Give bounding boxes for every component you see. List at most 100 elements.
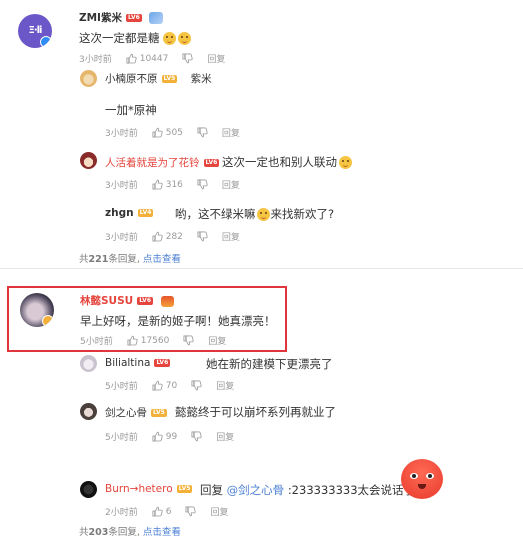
dislike-button[interactable] (185, 506, 196, 517)
like-button[interactable]: 316 (152, 179, 183, 190)
author-name[interactable]: Burn→hetero (105, 483, 173, 495)
badge-icon (160, 295, 174, 307)
author-name[interactable]: Bilialtina (105, 357, 150, 369)
like-count: 282 (165, 231, 183, 242)
timestamp: 5小时前 (105, 382, 138, 392)
reply-button[interactable]: 回复 (216, 430, 234, 443)
dislike-button[interactable] (197, 127, 208, 138)
reply-author[interactable]: 小楠原不原 LV5 紫米 (105, 71, 212, 86)
comment-author[interactable]: 林懿SUSU LV6 (80, 293, 174, 308)
timestamp: 3小时前 (105, 129, 138, 139)
reply-button[interactable]: 回复 (207, 52, 225, 65)
author-name[interactable]: ZMI紫米 (79, 12, 122, 24)
total-prefix: 共 (79, 254, 89, 265)
reply-body: :233333333太会说话了 (287, 483, 416, 497)
timestamp: 3小时前 (105, 233, 138, 243)
like-count: 316 (165, 179, 183, 190)
like-button[interactable]: 6 (152, 506, 172, 517)
dislike-icon[interactable] (182, 53, 193, 64)
like-count: 6 (165, 506, 172, 517)
avatar[interactable]: Ξ·li (18, 14, 52, 48)
like-button[interactable]: 99 (152, 431, 177, 442)
author-name[interactable]: 剑之心骨 (105, 407, 147, 419)
avatar[interactable] (20, 293, 54, 327)
total-suffix: 条回复, (108, 527, 140, 538)
timestamp: 3小时前 (105, 181, 138, 191)
dislike-icon[interactable] (185, 506, 196, 517)
reply-meta: 3小时前 282 回复 (105, 230, 240, 243)
level-badge: LV4 (137, 209, 154, 217)
view-all-link[interactable]: 点击查看 (143, 527, 181, 538)
divider (0, 268, 523, 269)
reply-button[interactable]: 回复 (222, 126, 240, 139)
comment-author[interactable]: ZMI紫米 LV6 (79, 10, 164, 25)
like-button[interactable]: 17560 (127, 335, 169, 346)
reply-author[interactable]: 剑之心骨 LV5 (105, 405, 167, 420)
dislike-icon[interactable] (191, 431, 202, 442)
mention-link[interactable]: @剑之心骨 (227, 483, 285, 497)
emoji-icon (178, 32, 192, 45)
like-icon[interactable] (152, 231, 163, 242)
avatar[interactable] (80, 481, 97, 498)
dislike-icon[interactable] (191, 380, 202, 391)
mention-text: 紫米 (190, 73, 212, 85)
like-icon[interactable] (152, 380, 163, 391)
timestamp: 5小时前 (80, 337, 113, 347)
dislike-button[interactable] (183, 335, 194, 346)
comment-body: 这次一定都是糖 (79, 31, 160, 45)
dislike-icon[interactable] (183, 335, 194, 346)
dislike-icon[interactable] (197, 179, 208, 190)
reply-meta: 5小时前 70 回复 (105, 379, 234, 392)
reply-meta: 3小时前 316 回复 (105, 178, 240, 191)
author-name[interactable]: zhgn (105, 207, 134, 219)
dislike-button[interactable] (197, 179, 208, 190)
like-icon[interactable] (126, 53, 137, 64)
like-button[interactable]: 282 (152, 231, 183, 242)
level-badge: LV5 (151, 409, 167, 417)
level-badge: LV6 (125, 14, 142, 22)
like-button[interactable]: 505 (152, 127, 183, 138)
like-icon[interactable] (152, 506, 163, 517)
like-icon[interactable] (127, 335, 138, 346)
total-count: 203 (88, 527, 109, 538)
like-icon[interactable] (152, 127, 163, 138)
like-button[interactable]: 70 (152, 380, 177, 391)
dislike-button[interactable] (191, 431, 202, 442)
view-all-link[interactable]: 点击查看 (143, 254, 181, 265)
reply-button[interactable]: 回复 (208, 334, 226, 347)
like-count: 10447 (139, 53, 169, 64)
dislike-button[interactable] (191, 380, 202, 391)
dislike-icon[interactable] (197, 231, 208, 242)
reply-button[interactable]: 回复 (216, 379, 234, 392)
total-prefix: 共 (79, 527, 89, 538)
like-icon[interactable] (152, 179, 163, 190)
reply-button[interactable]: 回复 (210, 505, 228, 518)
reply-text: 回复 @剑之心骨 :233333333太会说话了 (200, 482, 415, 498)
author-name[interactable]: 林懿SUSU (80, 295, 133, 307)
comment-meta: 5小时前 17560 回复 (80, 334, 226, 347)
level-badge: LV6 (203, 159, 220, 167)
like-icon[interactable] (152, 431, 163, 442)
reply-author[interactable]: Burn→hetero LV5 (105, 483, 193, 495)
reply-author[interactable]: zhgn LV4 (105, 207, 154, 219)
dislike-button[interactable] (197, 231, 208, 242)
author-name[interactable]: 小楠原不原 (105, 73, 158, 85)
like-button[interactable]: 10447 (126, 53, 169, 64)
level-badge: LV5 (161, 75, 178, 83)
author-name[interactable]: 人活着就是为了花铃 (105, 157, 200, 169)
reply-text: 哟，这不绿米嘛 来找新欢了? (175, 206, 334, 222)
dislike-icon[interactable] (197, 127, 208, 138)
reply-text: 这次一定也和别人联动 (222, 154, 352, 170)
dislike-button[interactable] (182, 53, 193, 64)
reply-meta: 5小时前 99 回复 (105, 430, 234, 443)
reply-author[interactable]: Bilialtina LV6 (105, 357, 171, 369)
avatar[interactable] (80, 355, 97, 372)
avatar[interactable] (80, 70, 97, 87)
reply-author[interactable]: 人活着就是为了花铃 LV6 (105, 155, 220, 170)
sticker-icon (401, 459, 443, 499)
reply-button[interactable]: 回复 (222, 230, 240, 243)
reply-button[interactable]: 回复 (222, 178, 240, 191)
reply-body: 哟，这不绿米嘛 (175, 207, 256, 221)
avatar[interactable] (80, 403, 97, 420)
avatar[interactable] (80, 152, 97, 169)
